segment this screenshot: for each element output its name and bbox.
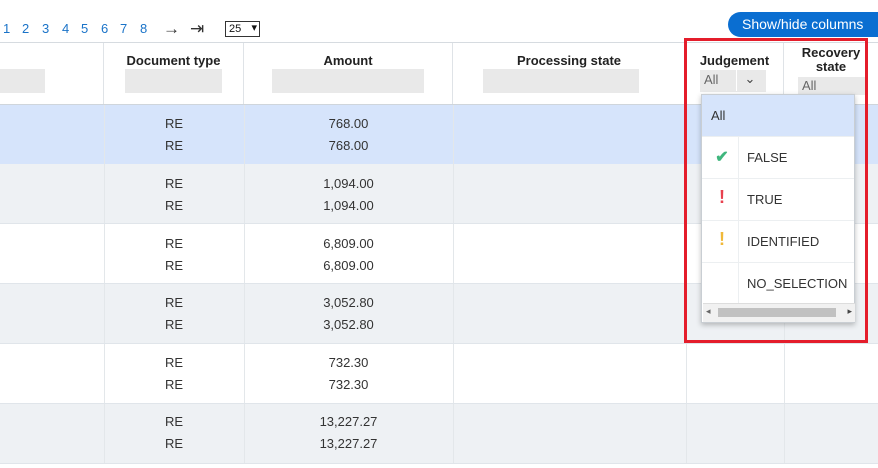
scroll-right-arrow-icon[interactable]: ▸	[847, 306, 852, 317]
cell-amount: 732.30	[328, 355, 369, 370]
table-row[interactable]: RE RE 732.30 732.30	[0, 344, 878, 404]
judgement-filter-select[interactable]: All ⌄	[700, 69, 766, 92]
cell-document-type: RE	[164, 236, 184, 251]
arrow-last-icon[interactable]: ⇥	[190, 19, 204, 39]
cell-document-type: RE	[164, 355, 184, 370]
show-hide-columns-button[interactable]: Show/hide columns	[728, 12, 878, 37]
header-document-type: Document type	[104, 43, 244, 104]
dropdown-option-label: All	[711, 108, 726, 123]
recovery-state-filter-select[interactable]: All	[798, 77, 866, 95]
header-cell-first	[0, 43, 104, 104]
dropdown-option-all[interactable]: All	[702, 95, 854, 137]
cell-amount: 13,227.27	[319, 436, 378, 451]
check-icon: ✔	[715, 149, 729, 166]
page-size-value: 25	[229, 23, 242, 35]
cell-amount: 1,094.00	[323, 198, 374, 213]
exclamation-red-icon: !	[719, 187, 725, 207]
cell-amount: 13,227.27	[319, 414, 378, 429]
cell-amount: 6,809.00	[323, 258, 374, 273]
chevron-down-icon: ▾	[251, 22, 257, 34]
dropdown-option-true[interactable]: ! TRUE	[702, 179, 854, 221]
column-title-amount[interactable]: Amount	[244, 53, 452, 68]
scroll-left-arrow-icon[interactable]: ◂	[706, 306, 711, 317]
filter-input-processing-state[interactable]	[483, 69, 639, 93]
dropdown-option-label: TRUE	[747, 192, 783, 207]
table-row[interactable]: RE RE 13,227.27 13,227.27	[0, 404, 878, 464]
column-title-processing-state[interactable]: Processing state	[453, 53, 685, 68]
filter-input-first[interactable]	[0, 69, 45, 93]
dropdown-horizontal-scrollbar[interactable]: ◂ ▸	[703, 303, 855, 322]
dropdown-option-label: NO_SELECTION	[747, 276, 848, 291]
judgement-filter-value: All	[704, 72, 719, 87]
cell-amount: 1,094.00	[323, 176, 374, 191]
recovery-state-filter-value: All	[802, 78, 817, 93]
cell-document-type: RE	[164, 138, 184, 153]
filter-input-document-type[interactable]	[125, 69, 222, 93]
cell-document-type: RE	[164, 116, 184, 131]
chevron-down-icon[interactable]: ⌄	[736, 69, 763, 91]
header-processing-state: Processing state	[453, 43, 686, 104]
dropdown-option-no-selection[interactable]: NO_SELECTION	[702, 263, 854, 305]
cell-amount: 3,052.80	[323, 295, 374, 310]
cell-amount: 6,809.00	[323, 236, 374, 251]
page-link-3[interactable]: 3	[42, 21, 49, 36]
cell-document-type: RE	[164, 198, 184, 213]
cell-document-type: RE	[164, 436, 184, 451]
cell-document-type: RE	[164, 414, 184, 429]
page-link-6[interactable]: 6	[101, 21, 108, 36]
cell-amount: 768.00	[328, 138, 369, 153]
cell-document-type: RE	[164, 295, 184, 310]
dropdown-option-false[interactable]: ✔ FALSE	[702, 137, 854, 179]
page-link-7[interactable]: 7	[120, 21, 127, 36]
cell-document-type: RE	[164, 176, 184, 191]
column-title-recovery-state[interactable]: Recovery state	[784, 46, 878, 74]
page-link-2[interactable]: 2	[22, 21, 29, 36]
cell-document-type: RE	[164, 377, 184, 392]
arrow-right-icon[interactable]: →	[163, 19, 180, 39]
exclamation-yellow-icon: !	[719, 229, 725, 249]
page-link-5[interactable]: 5	[81, 21, 88, 36]
cell-amount: 732.30	[328, 377, 369, 392]
dropdown-option-label: IDENTIFIED	[747, 234, 820, 249]
page-link-4[interactable]: 4	[62, 21, 69, 36]
judgement-dropdown-list: All ✔ FALSE ! TRUE ! IDENTIFIED NO_SELEC…	[701, 94, 855, 323]
cell-amount: 768.00	[328, 116, 369, 131]
page-link-1[interactable]: 1	[3, 21, 10, 36]
cell-amount: 3,052.80	[323, 317, 374, 332]
dropdown-option-identified[interactable]: ! IDENTIFIED	[702, 221, 854, 263]
header-amount: Amount	[244, 43, 453, 104]
dropdown-option-label: FALSE	[747, 150, 788, 165]
column-title-judgement[interactable]: Judgement	[686, 53, 783, 68]
filter-input-amount[interactable]	[272, 69, 424, 93]
column-title-document-type[interactable]: Document type	[104, 53, 243, 68]
cell-document-type: RE	[164, 258, 184, 273]
page-link-8[interactable]: 8	[140, 21, 147, 36]
page-size-select[interactable]: 25 ▾	[225, 21, 260, 37]
cell-document-type: RE	[164, 317, 184, 332]
scrollbar-thumb[interactable]	[718, 308, 836, 317]
